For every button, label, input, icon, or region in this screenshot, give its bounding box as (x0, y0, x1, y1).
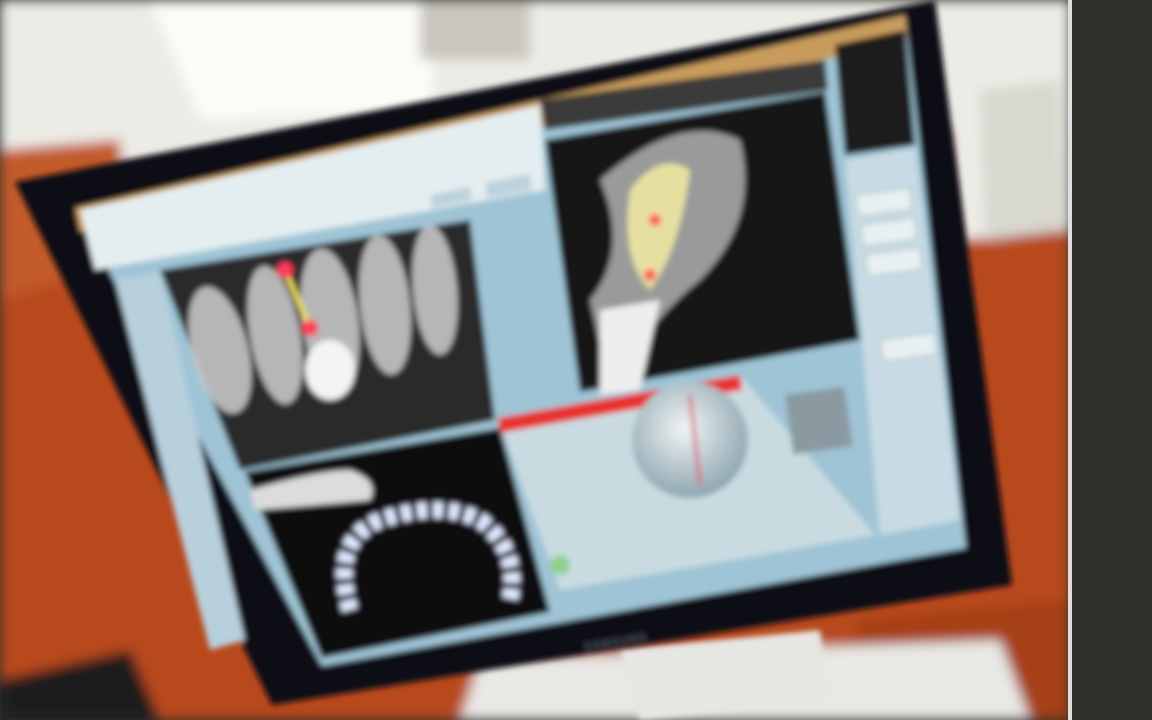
info-panel (835, 30, 915, 155)
measurement-point (302, 320, 318, 336)
right-dark-strip (1070, 0, 1152, 720)
photo-scene: SAMSUNG (0, 0, 1152, 720)
measurement-point (277, 262, 293, 278)
